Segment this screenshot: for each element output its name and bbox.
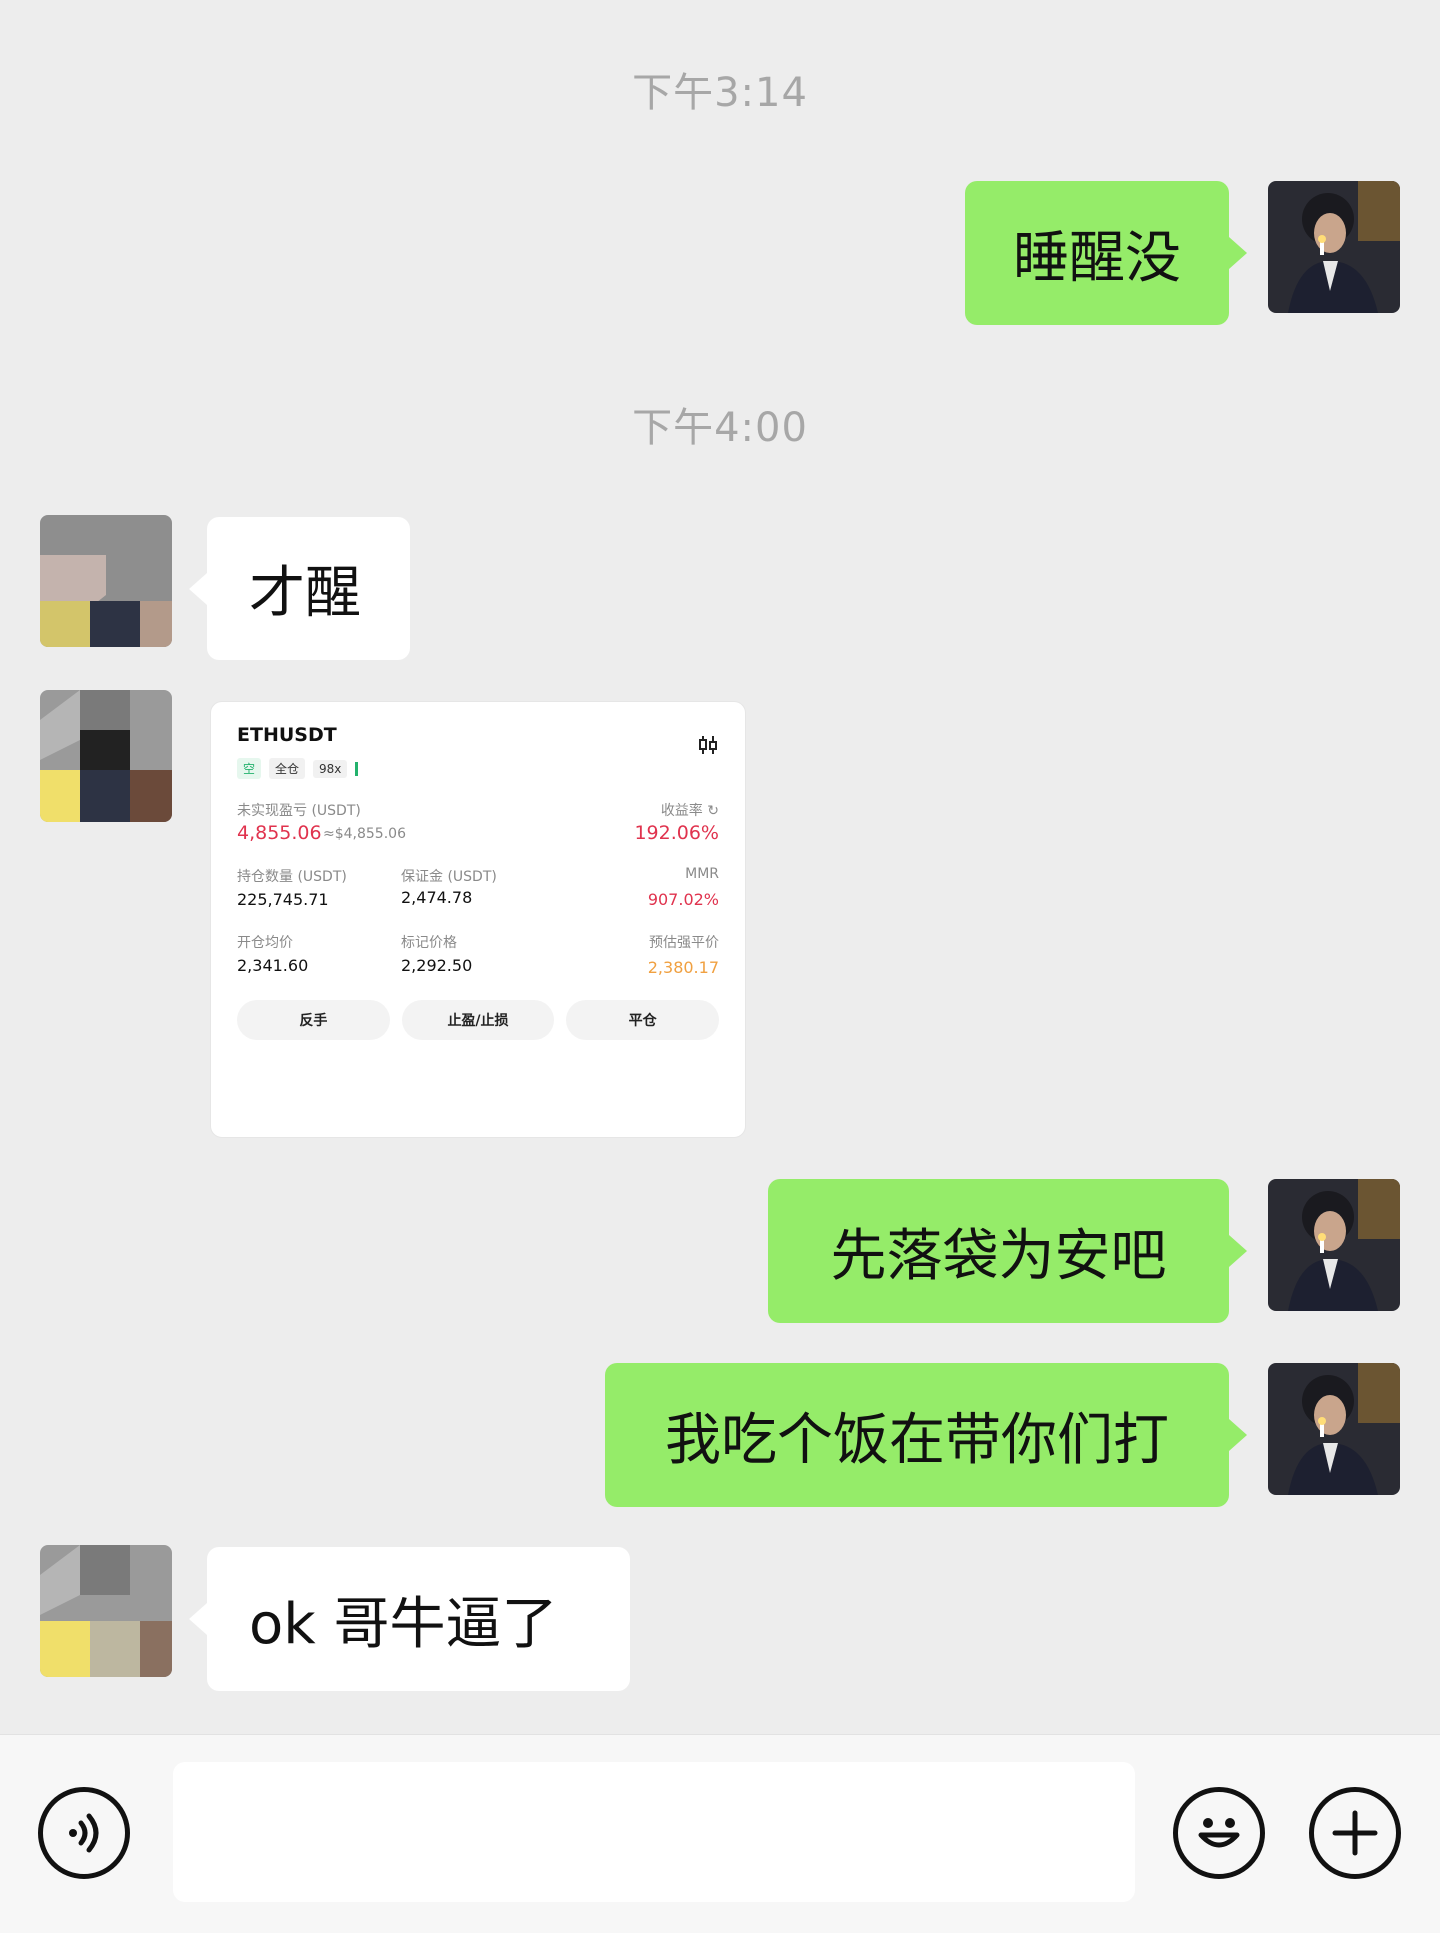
my-avatar[interactable]: [1268, 1363, 1400, 1495]
pnl-value: 4,855.06: [237, 822, 322, 844]
emoji-button[interactable]: [1173, 1787, 1265, 1879]
risk-bar: [355, 761, 359, 776]
my-avatar[interactable]: [1268, 181, 1400, 313]
timestamp: 下午4:00: [632, 405, 808, 451]
my-message[interactable]: 先落袋为安吧: [768, 1179, 1247, 1323]
contact-message[interactable]: ok 哥牛逼了: [189, 1547, 630, 1691]
contact-avatar[interactable]: [40, 690, 172, 822]
position-card[interactable]: ETHUSDT 空 全仓 98x 未实现盈亏 (USDT) 收益率 ↻ 4,85…: [210, 701, 746, 1138]
reverse-button[interactable]: 反手: [237, 1000, 390, 1040]
pnl-label: 未实现盈亏 (USDT): [237, 803, 361, 819]
side-tag: 空: [237, 758, 262, 779]
mark-value: 2,292.50: [401, 956, 473, 975]
plus-button[interactable]: [1309, 1787, 1401, 1879]
liq-label: 预估强平价: [649, 935, 719, 951]
voice-button[interactable]: [38, 1787, 130, 1879]
mmr-value: 907.02%: [647, 890, 719, 909]
mark-label: 标记价格: [401, 935, 457, 951]
timestamp: 下午3:14: [632, 70, 808, 116]
mmr-label: MMR: [685, 866, 719, 882]
message-input[interactable]: [173, 1762, 1135, 1902]
margin-label: 保证金 (USDT): [401, 869, 497, 885]
margin-mode-tag[interactable]: 全仓: [269, 758, 306, 779]
symbol: ETHUSDT: [237, 724, 337, 746]
plus-icon: [1332, 1810, 1378, 1856]
roe-value: 192.06%: [634, 822, 719, 844]
leverage-tag[interactable]: 98x: [313, 759, 348, 778]
contact-message[interactable]: 才醒: [189, 517, 410, 660]
voice-icon: [69, 1813, 99, 1853]
emoji-icon: [1198, 1818, 1240, 1848]
entry-label: 开仓均价: [237, 935, 293, 951]
entry-value: 2,341.60: [237, 956, 309, 975]
liq-value: 2,380.17: [647, 958, 719, 977]
roe-label: 收益率 ↻: [660, 803, 719, 819]
my-message[interactable]: 睡醒没: [965, 181, 1247, 325]
input-bar: [0, 1734, 1440, 1933]
my-avatar[interactable]: [1268, 1179, 1400, 1311]
tpsl-button[interactable]: 止盈/止损: [401, 1000, 555, 1040]
close-position-button[interactable]: 平仓: [566, 1000, 720, 1040]
my-message[interactable]: 我吃个饭在带你们打: [605, 1363, 1247, 1507]
candlestick-icon[interactable]: [697, 734, 719, 756]
pnl-usd: ≈$4,855.06: [323, 826, 406, 842]
size-label: 持仓数量 (USDT): [237, 869, 347, 885]
size-value: 225,745.71: [237, 890, 329, 909]
contact-avatar[interactable]: [40, 1545, 172, 1677]
contact-avatar[interactable]: [40, 515, 172, 647]
margin-value: 2,474.78: [401, 888, 473, 907]
